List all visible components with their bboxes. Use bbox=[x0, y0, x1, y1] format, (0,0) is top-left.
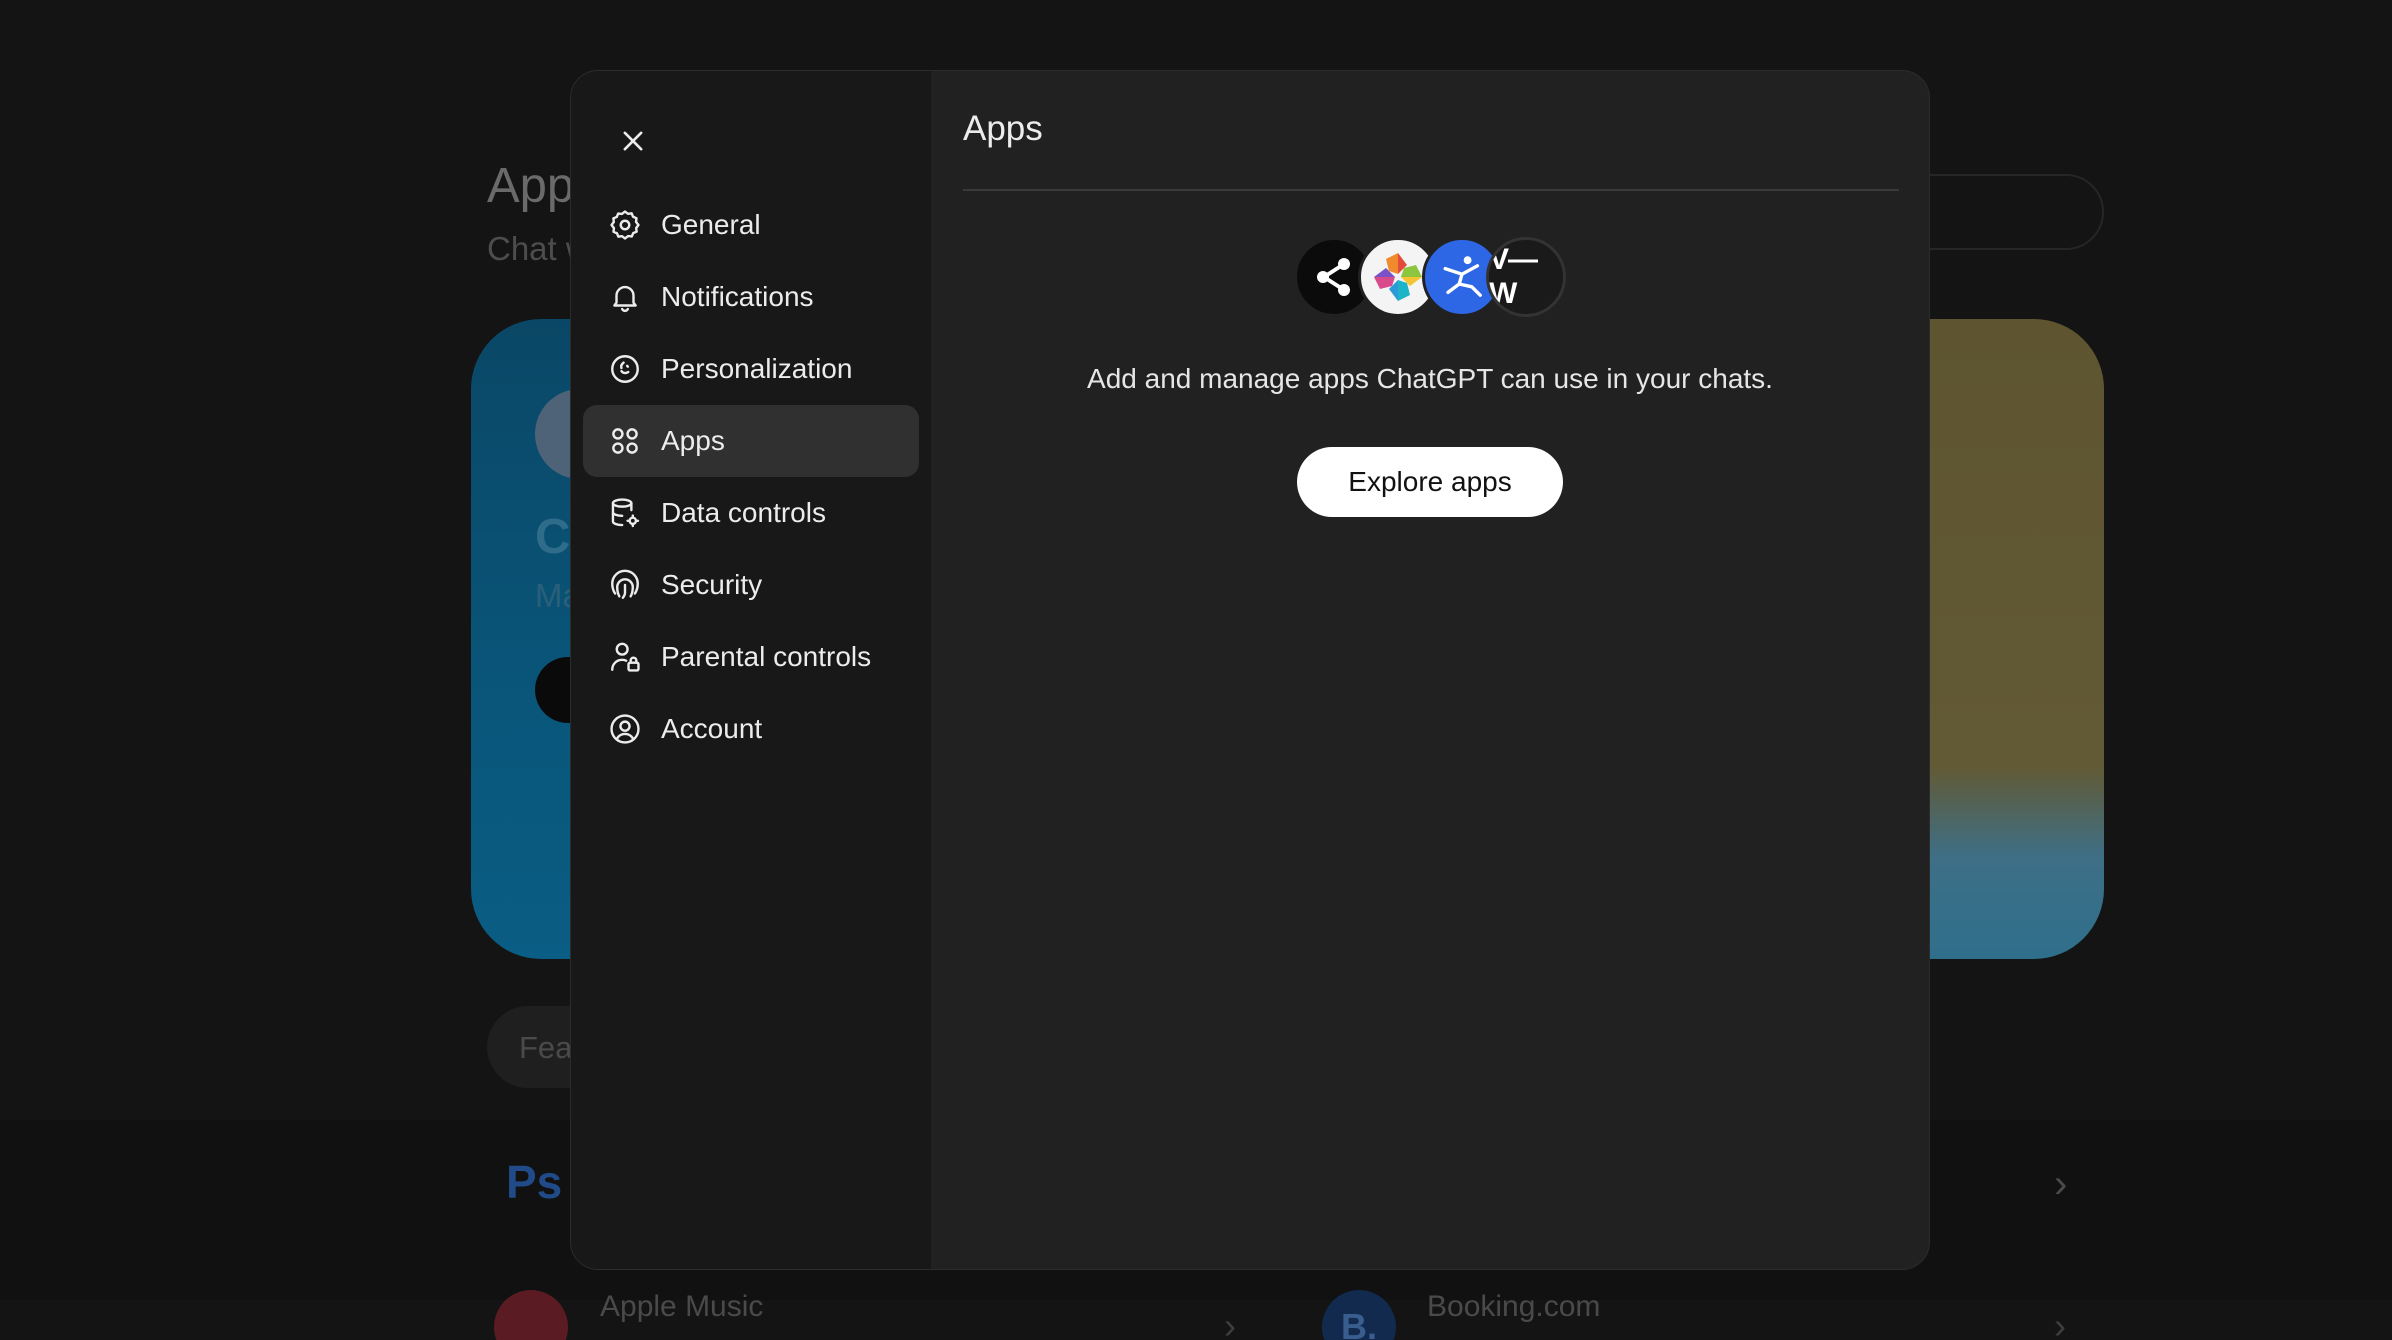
nav-label-personalization: Personalization bbox=[661, 353, 853, 384]
screen: App Chat w C Ma Feat Ps › Apple Music › … bbox=[0, 0, 2392, 1340]
gear-icon bbox=[607, 207, 643, 243]
settings-content: Apps V—W Add and manage apps ChatGPT can… bbox=[931, 71, 1929, 1269]
bell-icon bbox=[607, 279, 643, 315]
account-icon bbox=[607, 711, 643, 747]
nav-item-data-controls[interactable]: Data controls bbox=[583, 477, 919, 549]
close-button[interactable] bbox=[601, 109, 665, 173]
bg-featured-card-right bbox=[1900, 319, 2104, 959]
nav-label-apps: Apps bbox=[661, 425, 725, 456]
parental-icon bbox=[607, 639, 643, 675]
explore-apps-button[interactable]: Explore apps bbox=[1297, 447, 1563, 517]
nav-item-personalization[interactable]: Personalization bbox=[583, 333, 919, 405]
nav-item-general[interactable]: General bbox=[583, 189, 919, 261]
nav-item-parental-controls[interactable]: Parental controls bbox=[583, 621, 919, 693]
fingerprint-icon bbox=[607, 567, 643, 603]
nav-label-security: Security bbox=[661, 569, 763, 600]
settings-modal: General Notifications Personalization Ap… bbox=[570, 70, 1930, 1270]
chevron-right-icon: › bbox=[1224, 1305, 1236, 1340]
close-icon bbox=[623, 131, 643, 151]
personalization-icon bbox=[607, 351, 643, 387]
nav-item-account[interactable]: Account bbox=[583, 693, 919, 765]
bg-list-item-label: Apple Music bbox=[600, 1290, 764, 1323]
apps-grid-icon bbox=[607, 423, 643, 459]
bg-card-title: C bbox=[535, 510, 571, 564]
bg-list-item-label: Booking.com bbox=[1427, 1290, 1601, 1323]
bg-photoshop-logo: Ps bbox=[506, 1156, 563, 1208]
nav-label-parental-controls: Parental controls bbox=[661, 641, 872, 672]
app-icons-stack: V—W bbox=[1294, 237, 1566, 317]
vw-logo-icon: V—W bbox=[1486, 237, 1566, 317]
chevron-right-icon: › bbox=[2054, 1162, 2068, 1206]
title-divider bbox=[963, 189, 1899, 191]
nav-label-notifications: Notifications bbox=[661, 281, 814, 312]
nav-item-apps[interactable]: Apps bbox=[583, 405, 919, 477]
nav-item-security[interactable]: Security bbox=[583, 549, 919, 621]
page-title: Apps bbox=[963, 109, 1043, 148]
nav-label-data-controls: Data controls bbox=[661, 497, 826, 528]
chevron-right-icon: › bbox=[2054, 1305, 2066, 1340]
nav-item-notifications[interactable]: Notifications bbox=[583, 261, 919, 333]
vw-logo-text: V—W bbox=[1489, 243, 1538, 310]
nav-label-general: General bbox=[661, 209, 761, 240]
nav-label-account: Account bbox=[661, 713, 763, 744]
settings-sidebar: General Notifications Personalization Ap… bbox=[571, 71, 931, 1269]
settings-nav: General Notifications Personalization Ap… bbox=[583, 189, 919, 765]
apps-description: Add and manage apps ChatGPT can use in y… bbox=[1087, 363, 1773, 394]
database-icon bbox=[607, 495, 643, 531]
bg-page-title: App bbox=[487, 159, 575, 213]
